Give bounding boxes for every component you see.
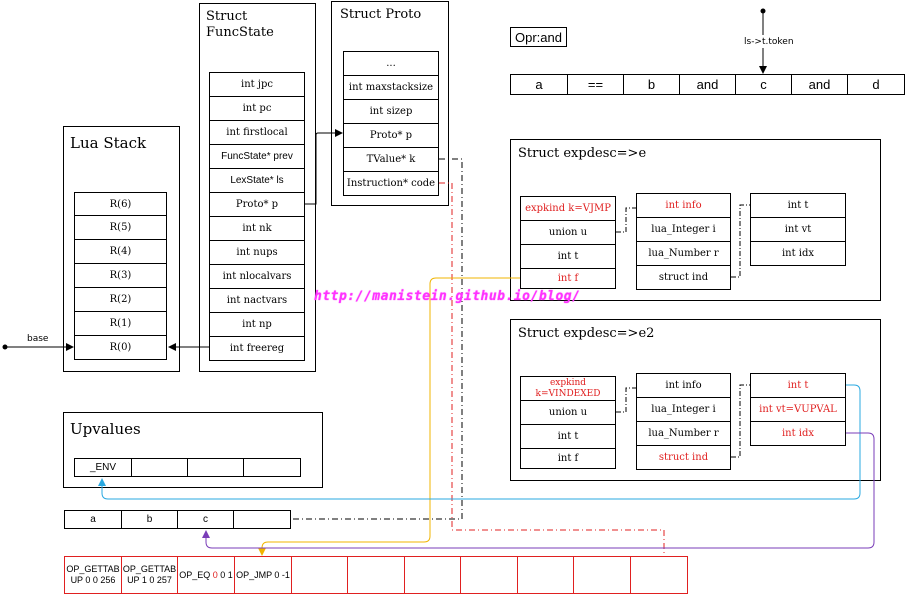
lua-stack-title: Lua Stack [70,134,147,152]
token-d: d [847,74,905,95]
proto-field-p: Proto* p [343,123,439,148]
expdesc-e2-ind-idx: int idx [750,421,846,446]
code-instr-2-b: 0 [220,569,226,580]
code-instr-1: OP_GETTAB UP 1 0 257 [121,556,178,594]
code-instr-2-op: OP_EQ [179,569,211,580]
upvalue-slot-1 [131,458,188,477]
code-instr-8 [517,556,574,594]
expdesc-e-int-info: int info [636,193,731,218]
register-r5: R(5) [74,215,167,240]
expdesc-e2-int-f: int f [520,448,616,469]
upvalues-title: Upvalues [70,420,141,438]
expdesc-e-ind-vt: int vt [750,217,846,242]
register-r4: R(4) [74,239,167,264]
funcstate-field-nk: int nk [209,216,305,241]
token-and-2: and [791,74,848,95]
expdesc-e2-lua-number: lua_Number r [636,421,731,446]
funcstate-field-freereg: int freereg [209,336,305,361]
funcstate-field-pc: int pc [209,96,305,121]
funcstate-field-proto: Proto* p [209,192,305,217]
expdesc-e-union: union u [520,220,616,245]
expdesc-e2-lua-integer: lua_Integer i [636,397,731,422]
token-dot [760,8,766,14]
token-label: ls->t.token [744,37,794,47]
local-slot-3 [233,510,291,529]
code-instr-2-a: 0 [212,569,218,580]
expdesc-e2-expkind: expkind k=VINDEXED [520,376,616,401]
expdesc-e-lua-integer: lua_Integer i [636,217,731,242]
opr-label: Opr:and [510,27,567,47]
upvalue-slot-2 [187,458,244,477]
register-r3: R(3) [74,263,167,288]
proto-field-code: Instruction* code [343,171,439,196]
funcstate-field-np: int np [209,312,305,337]
register-r1: R(1) [74,311,167,336]
expdesc-e-int-f: int f [520,268,616,289]
base-label: base [27,334,49,344]
token-c: c [735,74,792,95]
token-eq: == [567,74,624,95]
expdesc-e-ind-t: int t [750,193,846,218]
register-r6: R(6) [74,192,167,216]
expdesc-e2-title: Struct expdesc=>e2 [518,326,655,341]
local-b: b [121,510,178,529]
code-instr-10 [630,556,688,594]
funcstate-field-nups: int nups [209,240,305,265]
funcstate-field-nlocalvars: int nlocalvars [209,264,305,289]
funcstate-field-jpc: int jpc [209,72,305,97]
token-and-1: and [679,74,736,95]
code-instr-5 [347,556,405,594]
expdesc-e-title: Struct expdesc=>e [518,146,647,161]
proto-field-ellipsis: ... [343,51,439,76]
code-instr-7 [460,556,518,594]
funcstate-field-firstlocal: int firstlocal [209,120,305,145]
expdesc-e2-ind-vt: int vt=VUPVAL [750,397,846,422]
expdesc-e-struct-ind: struct ind [636,265,731,290]
expdesc-e-lua-number: lua_Number r [636,241,731,266]
token-b: b [623,74,680,95]
base-dot [2,344,8,350]
expdesc-e-expkind: expkind k=VJMP [520,196,616,221]
expdesc-e2-ind-t: int t [750,373,846,398]
proto-title: Struct Proto [340,7,422,22]
expdesc-e2-struct-ind: struct ind [636,445,731,470]
proto-field-k: TValue* k [343,147,439,172]
upvalue-slot-3 [243,458,301,477]
funcstate-field-ls: LexState* ls [209,168,305,193]
code-instr-4 [291,556,348,594]
expdesc-e-ind-idx: int idx [750,241,846,266]
local-a: a [64,510,122,529]
code-instr-9 [573,556,631,594]
funcstate-field-prev: FuncState* prev [209,144,305,169]
local-c: c [177,510,234,529]
code-instr-2-c: 1 [227,569,233,580]
upvalue-env: _ENV [74,458,132,477]
expdesc-e2-int-t: int t [520,424,616,449]
expdesc-e2-int-info: int info [636,373,731,398]
register-r2: R(2) [74,287,167,312]
funcstate-field-nactvars: int nactvars [209,288,305,313]
token-a: a [510,74,568,95]
proto-field-sizep: int sizep [343,99,439,124]
expdesc-e-int-t: int t [520,244,616,269]
code-instr-2: OP_EQ 0 0 1 [177,556,235,594]
code-instr-3: OP_JMP 0 -1 [234,556,292,594]
register-r0: R(0) [74,335,167,360]
watermark: http://manistein.github.io/blog/ [314,289,581,304]
proto-field-maxstacksize: int maxstacksize [343,75,439,100]
code-instr-6 [404,556,461,594]
expdesc-e2-union: union u [520,400,616,425]
code-instr-0: OP_GETTAB UP 0 0 256 [64,556,122,594]
funcstate-title: Struct FuncState [206,9,274,40]
